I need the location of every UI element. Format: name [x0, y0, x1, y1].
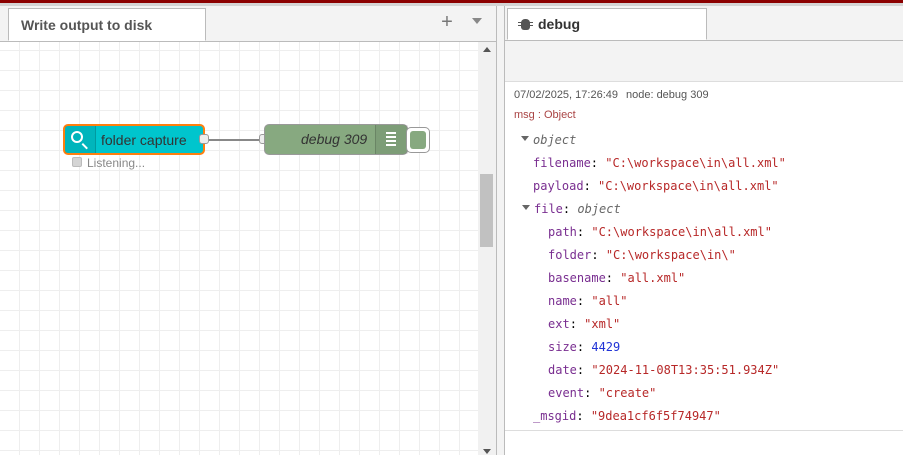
property-value: "create" [598, 386, 657, 400]
tree-row-file[interactable]: file: object [522, 201, 621, 217]
workspace-tabbar: Write output to disk + [0, 6, 496, 42]
node-label: debug 309 [301, 131, 368, 147]
list-icon [386, 132, 396, 147]
node-label: folder capture [101, 132, 187, 148]
tree-row-payload[interactable]: payload: "C:\workspace\in\all.xml" [533, 178, 779, 194]
property-key: date [548, 363, 577, 377]
tab-write-output-to-disk[interactable]: Write output to disk [8, 8, 206, 41]
property-value: 4429 [591, 340, 621, 354]
tab-menu-chevron-down-icon[interactable] [472, 18, 482, 24]
tab-debug[interactable]: debug [507, 8, 707, 40]
message-timestamp: 07/02/2025, 17:26:49 [514, 89, 618, 101]
add-tab-button[interactable]: + [438, 11, 456, 33]
output-port[interactable] [199, 134, 209, 144]
property-value: "C:\workspace\in\all.xml" [605, 156, 786, 170]
property-key: size [548, 340, 577, 354]
property-key: path [548, 225, 577, 239]
scroll-down-arrow-icon[interactable] [483, 449, 491, 454]
property-value: "9dea1cf6f5f74947" [590, 409, 721, 423]
tree-row-path[interactable]: path: "C:\workspace\in\all.xml" [548, 224, 772, 240]
property-key: folder [548, 248, 592, 262]
property-key: ext [548, 317, 570, 331]
tab-label: Write output to disk [21, 17, 153, 33]
property-type: object [577, 202, 621, 216]
message-divider [505, 430, 903, 431]
tree-row-name[interactable]: name: "all" [548, 293, 627, 309]
tree-row-ext[interactable]: ext: "xml" [548, 316, 620, 332]
property-key: event [548, 386, 585, 400]
tree-row-filename[interactable]: filename: "C:\workspace\in\all.xml" [533, 155, 786, 171]
panel-splitter[interactable] [496, 6, 505, 455]
node-icon-area [65, 126, 96, 153]
collapse-triangle-icon[interactable] [522, 205, 530, 210]
scrollbar-thumb[interactable] [480, 174, 493, 247]
property-value: "all" [591, 294, 628, 308]
scroll-up-arrow-icon[interactable] [483, 47, 491, 52]
folder-capture-node[interactable]: folder capture [63, 124, 205, 155]
sidebar-tab-label: debug [538, 16, 580, 32]
debug-node[interactable]: debug 309 [264, 124, 408, 155]
property-key: payload [533, 179, 584, 193]
property-key: file [534, 202, 563, 216]
message-source-node-link[interactable]: node: debug 309 [626, 89, 709, 101]
canvas-vertical-scrollbar[interactable] [478, 42, 496, 455]
root-type: object [533, 133, 577, 147]
collapse-triangle-icon[interactable] [521, 136, 529, 141]
property-value: "C:\workspace\in\all.xml" [598, 179, 779, 193]
debug-enable-toggle-button[interactable] [406, 127, 430, 153]
tree-row-event[interactable]: event: "create" [548, 385, 656, 401]
sidebar-tabbar: debug [505, 6, 903, 41]
property-key: name [548, 294, 577, 308]
debug-message-header: 07/02/2025, 17:26:49 node: debug 309 [514, 89, 709, 101]
property-value: "C:\workspace\in\all.xml" [591, 225, 772, 239]
bug-icon [518, 19, 533, 30]
tree-row-folder[interactable]: folder: "C:\workspace\in\" [548, 247, 736, 263]
node-status-indicator [72, 157, 82, 167]
node-icon-area [375, 125, 408, 154]
property-value: "C:\workspace\in\" [605, 248, 736, 262]
debug-toggle-indicator [410, 131, 426, 149]
node-status-text: Listening... [87, 156, 146, 170]
tree-root-row[interactable]: object [521, 132, 576, 148]
property-key: _msgid [533, 409, 577, 423]
flow-canvas[interactable] [0, 42, 478, 455]
tree-row-date[interactable]: date: "2024-11-08T13:35:51.934Z" [548, 362, 779, 378]
node-wire[interactable] [207, 139, 263, 141]
message-topic: msg : Object [514, 109, 576, 121]
property-value: "xml" [584, 317, 621, 331]
tree-row-size[interactable]: size: 4429 [548, 339, 620, 355]
property-value: "2024-11-08T13:35:51.934Z" [591, 363, 780, 377]
property-value: "all.xml" [620, 271, 686, 285]
search-icon [71, 131, 83, 143]
debug-sidebar: debug 07/02/2025, 17:26:49 node: debug 30… [505, 6, 903, 455]
tree-row-basename[interactable]: basename: "all.xml" [548, 270, 685, 286]
property-key: filename [533, 156, 591, 170]
debug-toolbar [505, 41, 903, 82]
property-key: basename [548, 271, 606, 285]
tree-row-msgid[interactable]: _msgid: "9dea1cf6f5f74947" [533, 408, 721, 424]
workspace: Write output to disk + [0, 6, 496, 455]
